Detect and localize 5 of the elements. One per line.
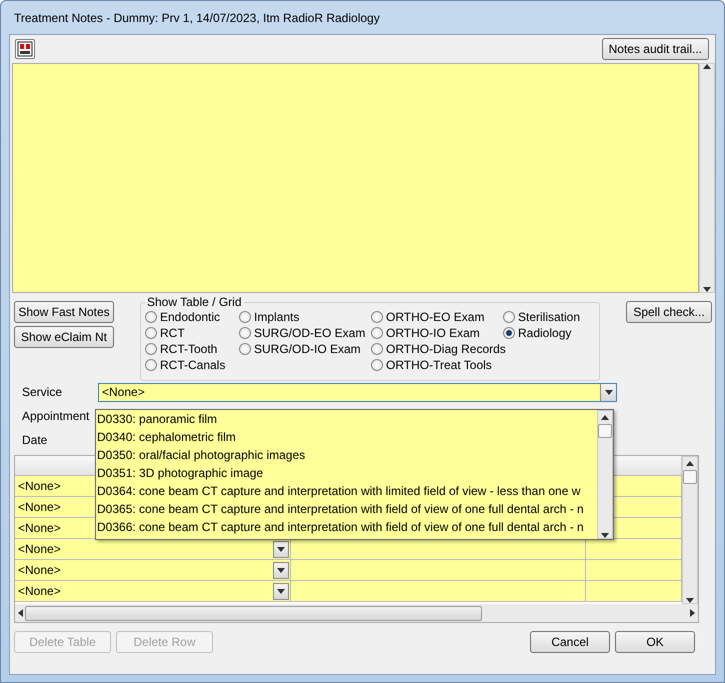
field-label: Service xyxy=(22,385,64,399)
field-label: Appointment xyxy=(22,409,90,423)
field-label: Date xyxy=(22,433,48,447)
window-title: Treatment Notes - Dummy: Prv 1, 14/07/2023, Itm RadioR Radiology xyxy=(14,10,380,24)
group-title: Show Table / Grid xyxy=(146,295,242,309)
